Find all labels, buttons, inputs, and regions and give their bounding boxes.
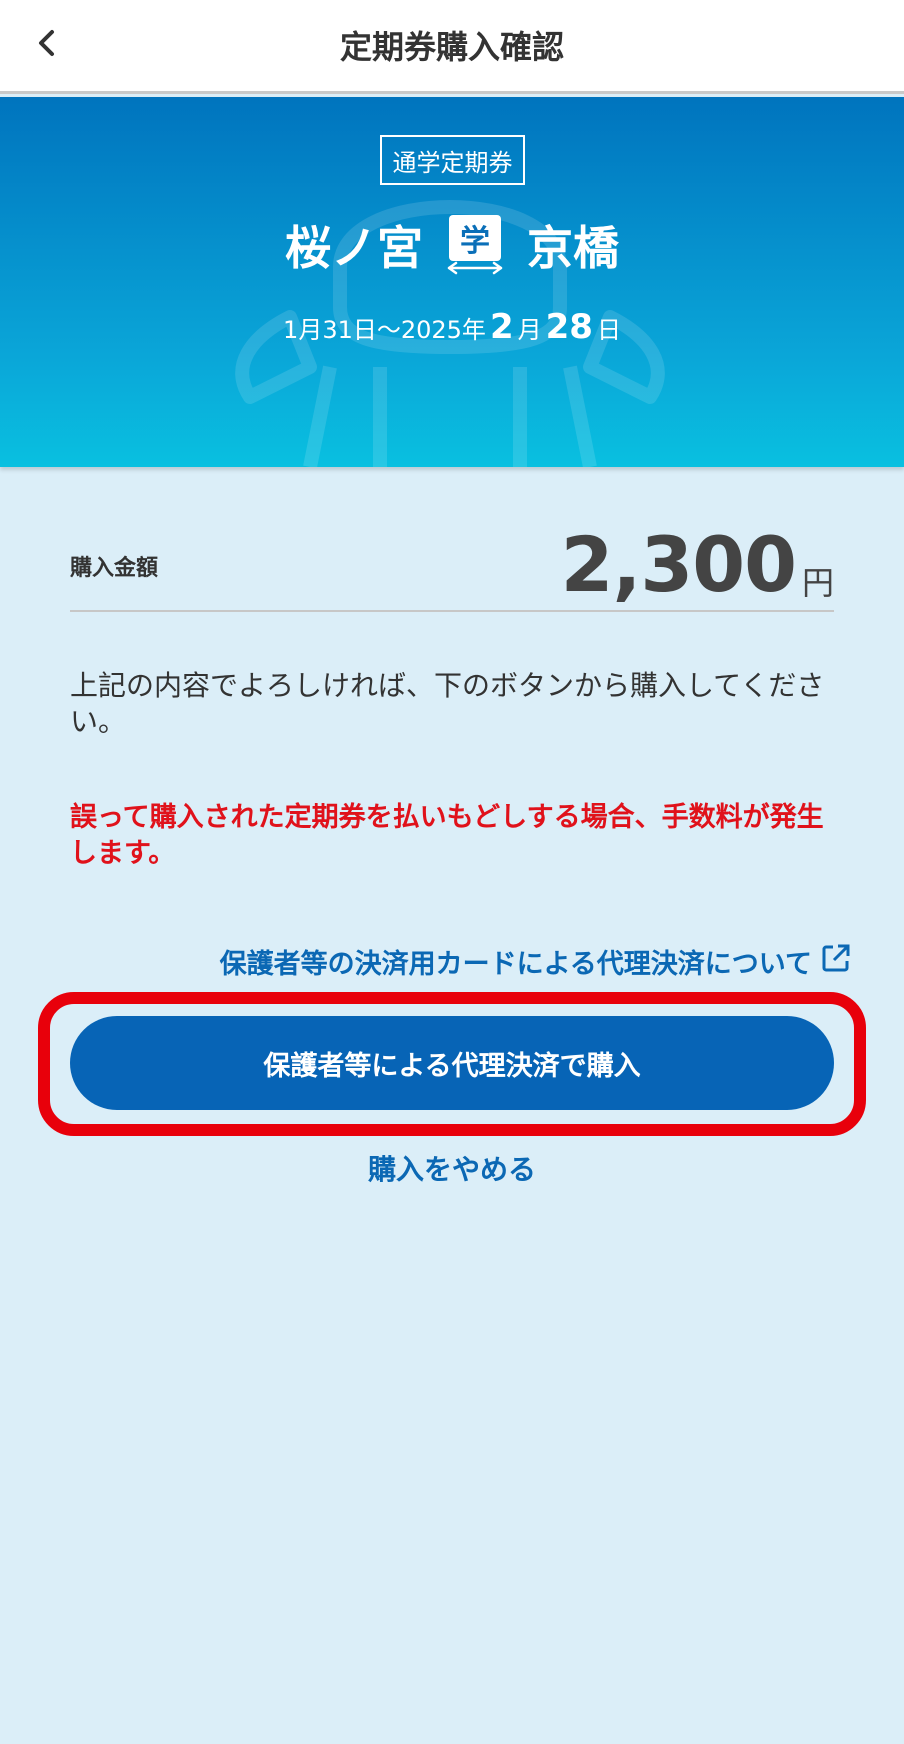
period-day-unit: 日: [596, 316, 621, 344]
ticket-type-badge: 通学定期券: [380, 135, 525, 185]
confirmation-notice: 上記の内容でよろしければ、下のボタンから購入してください。: [70, 669, 825, 738]
refund-fee-warning: 誤って購入された定期券を払いもどしする場合、手数料が発生します。: [70, 802, 824, 869]
proxy-purchase-button[interactable]: 保護者等による代理決済で購入: [70, 1016, 834, 1110]
price-unit: 円: [801, 564, 834, 602]
ticket-summary-banner: 通学定期券 桜ノ宮 学 京橋 1月31日〜2025年 2 月 28 日: [0, 97, 904, 467]
to-station: 京橋: [527, 221, 619, 275]
double-arrow-icon: [447, 261, 503, 275]
route-stations: 桜ノ宮 学 京橋: [0, 212, 904, 278]
page-title: 定期券購入確認: [339, 28, 564, 66]
proxy-link-label: 保護者等の決済用カードによる代理決済について: [219, 949, 812, 980]
from-station: 桜ノ宮: [285, 221, 423, 275]
price-label: 購入金額: [70, 556, 159, 581]
period-day: 28: [545, 307, 593, 347]
student-route-badge: 学: [445, 215, 505, 275]
period-month: 2: [489, 307, 514, 347]
cancel-purchase-link[interactable]: 購入をやめる: [0, 1148, 904, 1188]
purchase-amount-row: 購入金額 2,300 円: [70, 520, 834, 612]
price-amount: 2,300: [560, 520, 797, 609]
student-badge: 学: [449, 215, 501, 261]
period-month-unit: 月: [517, 316, 542, 344]
app-header: 定期券購入確認: [0, 0, 904, 94]
validity-period: 1月31日〜2025年 2 月 28 日: [0, 307, 904, 347]
proxy-payment-info-link[interactable]: 保護者等の決済用カードによる代理決済について: [220, 942, 852, 981]
period-start: 1月31日〜2025年: [283, 316, 486, 344]
external-link-icon: [820, 942, 852, 981]
